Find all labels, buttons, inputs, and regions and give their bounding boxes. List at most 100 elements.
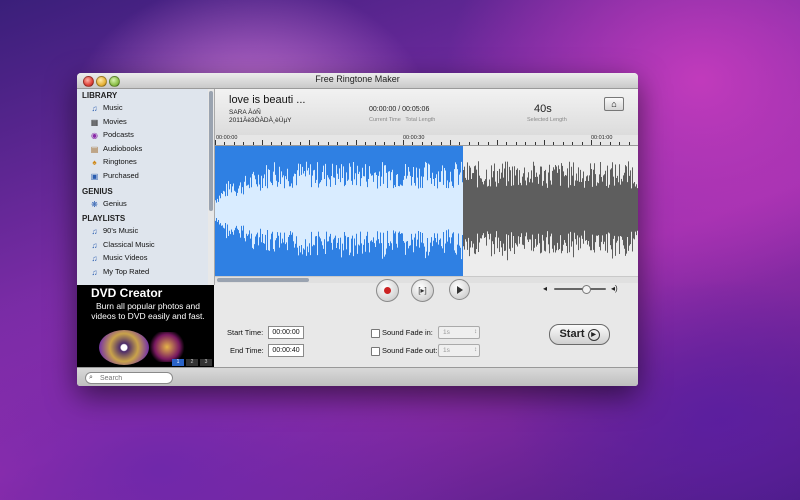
fade-out-checkbox[interactable] — [371, 347, 380, 356]
sidebar-item-music-videos[interactable]: ♫ Music Videos — [77, 251, 214, 265]
sidebar-section-playlists: PLAYLISTS — [82, 214, 126, 224]
fade-in-dropdown[interactable]: 1s — [438, 326, 480, 339]
bell-icon: ♠ — [92, 158, 97, 168]
play-icon — [457, 286, 463, 294]
film-icon: ▦ — [90, 117, 99, 127]
record-button[interactable] — [376, 279, 399, 302]
ruler-tick — [515, 142, 517, 145]
start-button-label: Start — [559, 328, 585, 340]
time-readout: 00:00:00 / 00:05:06 — [369, 106, 430, 113]
ruler-tick — [450, 140, 451, 145]
sidebar-item-genius[interactable]: ❋ Genius — [77, 197, 214, 211]
title-bar[interactable]: Free Ringtone Maker — [77, 73, 638, 89]
ruler-tick — [384, 142, 386, 145]
sidebar-item-podcasts[interactable]: ◉ Podcasts — [77, 128, 214, 142]
track-info-header: love is beauti ... SARA ÀóÑ 2011Àè3ÒÀDÀ¸… — [215, 89, 638, 136]
sidebar-scrollbar-thumb[interactable] — [209, 91, 213, 211]
ruler-tick — [562, 142, 564, 145]
end-time-field[interactable]: 00:00:40 — [268, 344, 304, 357]
volume-control: ◂ ◂) — [543, 284, 623, 294]
ruler-tick — [393, 142, 395, 145]
ruler-tick — [243, 142, 245, 145]
playlist-icon: ♫ — [91, 227, 98, 237]
waveform-view[interactable] — [215, 146, 638, 276]
ruler-tick — [440, 142, 442, 145]
ruler-tick — [299, 142, 301, 145]
ad-page-2[interactable]: 2 — [186, 359, 198, 366]
time-labels: Current Time Total Length — [369, 117, 435, 123]
loop-play-icon: [▸] — [418, 286, 427, 295]
dvd-disc-icon — [99, 330, 149, 365]
purchased-icon: ▣ — [90, 171, 99, 181]
ruler-tick — [459, 142, 461, 145]
ruler-tick — [280, 142, 282, 145]
play-circle-icon: ▶ — [587, 328, 600, 341]
ad-banner[interactable]: DVD Creator Burn all popular photos and … — [77, 285, 214, 367]
play-button[interactable] — [449, 279, 470, 300]
ad-page-3[interactable]: 3 — [200, 359, 212, 366]
sidebar-item-90s-music[interactable]: ♫ 90's Music — [77, 224, 214, 238]
ad-title: DVD Creator — [91, 286, 163, 300]
sidebar-item-my-top-rated[interactable]: ♫ My Top Rated — [77, 265, 214, 279]
sidebar-item-label: Purchased — [103, 170, 139, 180]
volume-high-icon: ◂) — [611, 284, 618, 293]
sidebar-item-movies[interactable]: ▦ Movies — [77, 115, 214, 129]
sidebar-item-label: 90's Music — [103, 226, 139, 236]
current-time: 00:00:00 — [369, 106, 397, 113]
search-input[interactable] — [100, 373, 168, 383]
sidebar-item-label: Music — [103, 103, 123, 112]
start-button[interactable]: Start ▶ — [549, 324, 610, 345]
ruler-tick — [544, 140, 545, 145]
ruler-tick — [290, 142, 292, 145]
home-button[interactable]: ⌂ — [604, 97, 624, 111]
volume-slider[interactable] — [554, 288, 606, 290]
ruler-tick — [468, 142, 470, 145]
search-box[interactable]: ⌕ — [85, 372, 173, 384]
ruler-tick — [628, 142, 630, 145]
sidebar-scrollbar[interactable] — [208, 89, 214, 285]
sidebar-item-label: Music Videos — [103, 253, 148, 263]
song-artist: SARA ÀóÑ — [229, 109, 261, 116]
fade-out-dropdown[interactable]: 1s — [438, 344, 480, 357]
ad-page-1[interactable]: 1 — [172, 359, 184, 366]
sidebar-item-classical-music[interactable]: ♫ Classical Music — [77, 238, 214, 252]
sidebar-item-music[interactable]: ♫ Music — [77, 101, 214, 115]
sidebar-item-audiobooks[interactable]: ▤ Audiobooks — [77, 142, 214, 156]
sidebar-item-purchased[interactable]: ▣ Purchased — [77, 169, 214, 183]
music-note-icon: ♫ — [91, 104, 98, 113]
app-window: Free Ringtone Maker LIBRARY ♫ Music ▦ Movi… — [77, 73, 638, 386]
ruler-tick — [412, 142, 414, 145]
selected-length: 40s — [534, 103, 552, 115]
sidebar-item-label: Movies — [103, 116, 127, 126]
ruler-tick — [591, 140, 592, 145]
total-length: 00:05:06 — [402, 106, 430, 113]
volume-knob[interactable] — [582, 285, 592, 294]
song-title: love is beauti ... — [229, 94, 306, 106]
loop-play-button[interactable]: [▸] — [411, 279, 434, 302]
ruler-tick — [487, 142, 489, 145]
total-length-label: Total Length — [405, 117, 436, 123]
ruler-tick — [346, 142, 348, 145]
search-icon: ⌕ — [89, 374, 93, 381]
start-time-field[interactable]: 00:00:00 — [268, 326, 304, 339]
playlist-icon: ♫ — [91, 267, 98, 277]
sparkle-icon — [147, 332, 187, 362]
ruler-tick — [309, 140, 310, 145]
ruler-label: 00:01:00 — [591, 135, 613, 141]
ruler-tick — [374, 142, 376, 145]
ruler-tick — [431, 142, 433, 145]
ruler-tick — [534, 142, 536, 145]
bottom-bar: ⌕ — [77, 367, 638, 386]
fade-in-checkbox[interactable] — [371, 329, 380, 338]
ruler-tick — [271, 142, 273, 145]
sidebar-item-label: Classical Music — [103, 239, 155, 249]
ruler-label: 00:00:30 — [403, 135, 425, 141]
sidebar-item-ringtones[interactable]: ♠ Ringtones — [77, 155, 214, 169]
ruler-tick — [525, 142, 527, 145]
ruler-tick — [337, 142, 339, 145]
ruler-tick — [252, 142, 254, 145]
sidebar-item-label: Genius — [103, 198, 127, 208]
end-time-label: End Time: — [230, 346, 264, 355]
ruler-tick — [318, 142, 320, 145]
waveform-scrollbar-thumb[interactable] — [217, 278, 309, 282]
